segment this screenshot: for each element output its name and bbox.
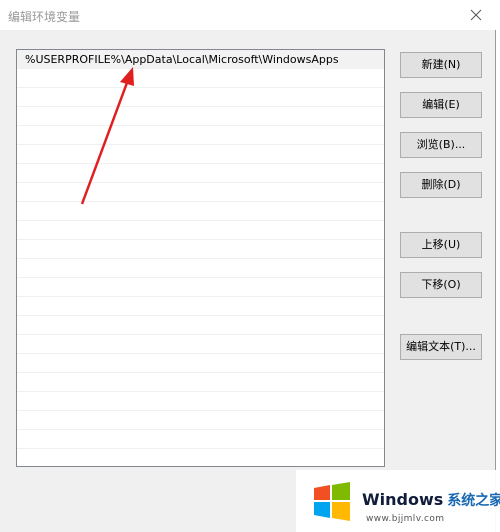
list-item[interactable] [17,278,384,297]
list-item[interactable]: %USERPROFILE%\AppData\Local\Microsoft\Wi… [17,50,384,69]
list-item[interactable] [17,126,384,145]
edit-button[interactable]: 编辑(E) [400,92,482,118]
edit-env-variable-dialog: 编辑环境变量 %USERPROFILE%\AppData\Local\Micro… [0,0,496,532]
list-item[interactable] [17,373,384,392]
watermark-brand: Windows 系统之家 [362,490,500,510]
list-item[interactable] [17,164,384,183]
list-item[interactable] [17,69,384,88]
edit-text-button[interactable]: 编辑文本(T)... [400,334,482,360]
list-item[interactable] [17,449,384,466]
watermark-url: www.bjjmlv.com [366,514,445,524]
browse-button[interactable]: 浏览(B)... [400,132,482,158]
watermark-brand-cn: 系统之家 [447,493,500,509]
list-item[interactable] [17,240,384,259]
windows-logo-icon [314,482,350,521]
list-item[interactable] [17,335,384,354]
path-list[interactable]: %USERPROFILE%\AppData\Local\Microsoft\Wi… [16,49,385,467]
move-up-button[interactable]: 上移(U) [400,232,482,258]
window-title: 编辑环境变量 [8,10,81,24]
new-button[interactable]: 新建(N) [400,52,482,78]
list-item[interactable] [17,145,384,164]
list-item[interactable] [17,259,384,278]
list-item[interactable] [17,392,384,411]
list-item[interactable] [17,202,384,221]
list-item[interactable] [17,107,384,126]
list-item[interactable] [17,316,384,335]
list-item[interactable] [17,297,384,316]
watermark: Windows 系统之家 www.bjjmlv.com [296,470,500,532]
list-item[interactable] [17,411,384,430]
list-item[interactable] [17,354,384,373]
move-down-button[interactable]: 下移(O) [400,272,482,298]
list-item[interactable] [17,221,384,240]
close-button[interactable] [456,0,496,30]
list-item[interactable] [17,183,384,202]
title-bar: 编辑环境变量 [0,0,496,30]
list-item[interactable] [17,430,384,449]
close-icon [470,9,482,21]
list-item[interactable] [17,88,384,107]
watermark-brand-en: Windows [362,490,444,509]
delete-button[interactable]: 删除(D) [400,172,482,198]
